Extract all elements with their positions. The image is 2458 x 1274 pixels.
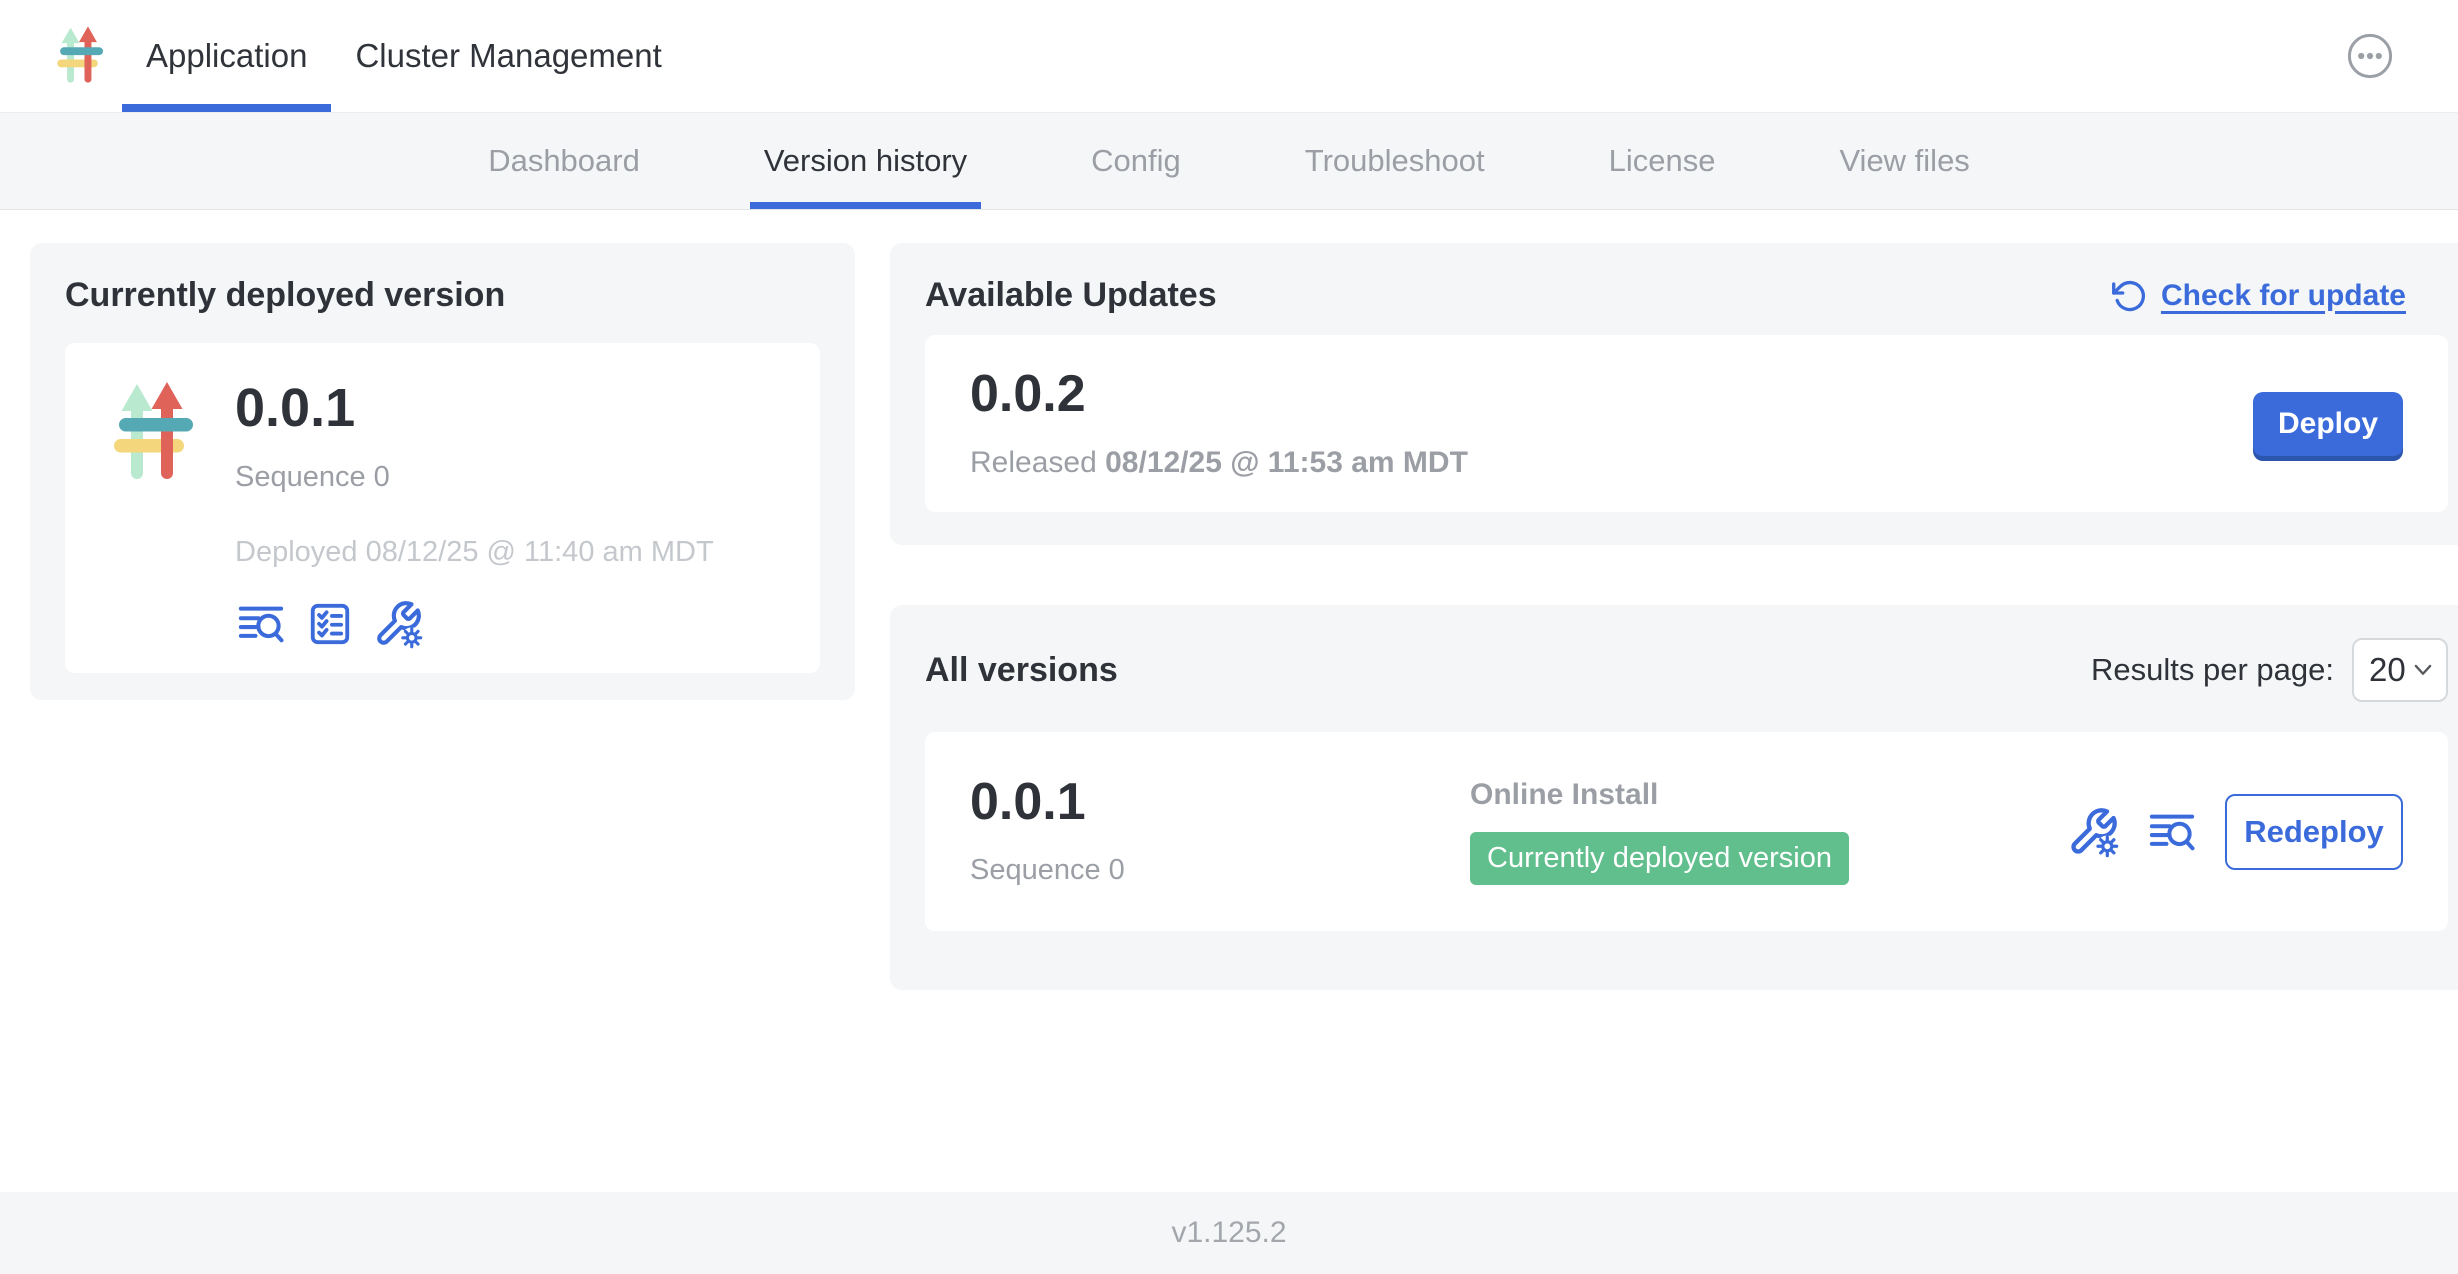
row-edit-config-button[interactable] <box>2067 806 2119 858</box>
released-label: Released <box>970 446 1097 479</box>
update-released-line: Released 08/12/25 @ 11:53 am MDT <box>970 446 1468 480</box>
subnav-item-view-files-label: View files <box>1839 143 1969 179</box>
logs-icon <box>2147 809 2197 855</box>
app-logo-large <box>105 381 205 485</box>
update-row: 0.0.2 Released 08/12/25 @ 11:53 am MDT D… <box>925 335 2448 512</box>
results-per-page-label: Results per page: <box>2091 652 2334 688</box>
app-logo-icon <box>52 25 110 87</box>
edit-config-button[interactable] <box>373 599 423 649</box>
all-versions-title: All versions <box>925 651 1118 690</box>
deployed-timestamp: Deployed 08/12/25 @ 11:40 am MDT <box>235 536 714 569</box>
deployed-actions <box>235 599 714 649</box>
available-updates-card: Available Updates Check for update 0.0.2 <box>890 243 2458 545</box>
currently-deployed-badge: Currently deployed version <box>1470 832 1849 885</box>
logs-icon <box>235 601 287 647</box>
wrench-gear-icon <box>373 599 423 649</box>
tab-application-label: Application <box>146 37 307 75</box>
deployed-version-panel: 0.0.1 Sequence 0 Deployed 08/12/25 @ 11:… <box>65 343 820 673</box>
all-versions-card: All versions Results per page: 20 0.0.1 … <box>890 605 2458 990</box>
row-actions: Redeploy <box>2067 794 2403 870</box>
wrench-gear-icon <box>2067 806 2119 858</box>
ellipsis-icon <box>2346 32 2394 80</box>
deploy-logs-button[interactable] <box>235 601 287 647</box>
top-tabs: Application Cluster Management <box>122 0 686 112</box>
history-refresh-icon <box>2111 278 2147 314</box>
subnav-item-license[interactable]: License <box>1595 113 1730 209</box>
update-version-number: 0.0.2 <box>970 368 1468 420</box>
subnav-item-license-label: License <box>1609 143 1716 179</box>
deployed-sequence: Sequence 0 <box>235 461 714 494</box>
row-install-type: Online Install <box>1470 778 2067 812</box>
ellipsis-menu-button[interactable] <box>2346 32 2394 80</box>
row-deploy-logs-button[interactable] <box>2147 809 2197 855</box>
version-row: 0.0.1 Sequence 0 Online Install Currentl… <box>925 732 2448 931</box>
currently-deployed-card: Currently deployed version 0.0.1 Sequenc… <box>30 243 855 700</box>
row-version-number: 0.0.1 <box>970 776 1470 828</box>
check-for-update-link[interactable]: Check for update <box>2111 278 2406 314</box>
preflight-checklist-icon <box>307 601 353 647</box>
main-content: Currently deployed version 0.0.1 Sequenc… <box>0 210 2458 1192</box>
top-navbar: Application Cluster Management <box>0 0 2458 113</box>
row-sequence: Sequence 0 <box>970 854 1470 887</box>
check-for-update-label: Check for update <box>2161 279 2406 313</box>
currently-deployed-title: Currently deployed version <box>65 276 820 315</box>
subnav-item-troubleshoot[interactable]: Troubleshoot <box>1291 113 1499 209</box>
preflight-checks-button[interactable] <box>307 601 353 647</box>
console-version: v1.125.2 <box>1171 1216 1286 1250</box>
redeploy-button[interactable]: Redeploy <box>2225 794 2403 870</box>
results-per-page-value: 20 <box>2369 651 2406 689</box>
released-timestamp: 08/12/25 @ 11:53 am MDT <box>1105 446 1468 479</box>
subnav-item-view-files[interactable]: View files <box>1825 113 1983 209</box>
subnav-item-config-label: Config <box>1091 143 1181 179</box>
chevron-down-icon <box>2413 664 2433 677</box>
subnav-item-config[interactable]: Config <box>1077 113 1195 209</box>
tab-application[interactable]: Application <box>122 0 331 112</box>
subnav-item-troubleshoot-label: Troubleshoot <box>1305 143 1485 179</box>
subnav-item-dashboard-label: Dashboard <box>488 143 640 179</box>
results-per-page: Results per page: 20 <box>2091 638 2448 702</box>
results-per-page-select[interactable]: 20 <box>2352 638 2448 702</box>
page-footer: v1.125.2 <box>0 1192 2458 1274</box>
app-subnav: Dashboard Version history Config Trouble… <box>0 113 2458 210</box>
deploy-button[interactable]: Deploy <box>2253 392 2403 456</box>
available-updates-title: Available Updates <box>925 276 1217 315</box>
deployed-version-number: 0.0.1 <box>235 381 714 435</box>
subnav-item-version-history[interactable]: Version history <box>750 113 981 209</box>
tab-cluster-management[interactable]: Cluster Management <box>331 0 685 112</box>
tab-cluster-management-label: Cluster Management <box>355 37 661 75</box>
subnav-item-dashboard[interactable]: Dashboard <box>474 113 654 209</box>
subnav-item-version-history-label: Version history <box>764 143 967 179</box>
